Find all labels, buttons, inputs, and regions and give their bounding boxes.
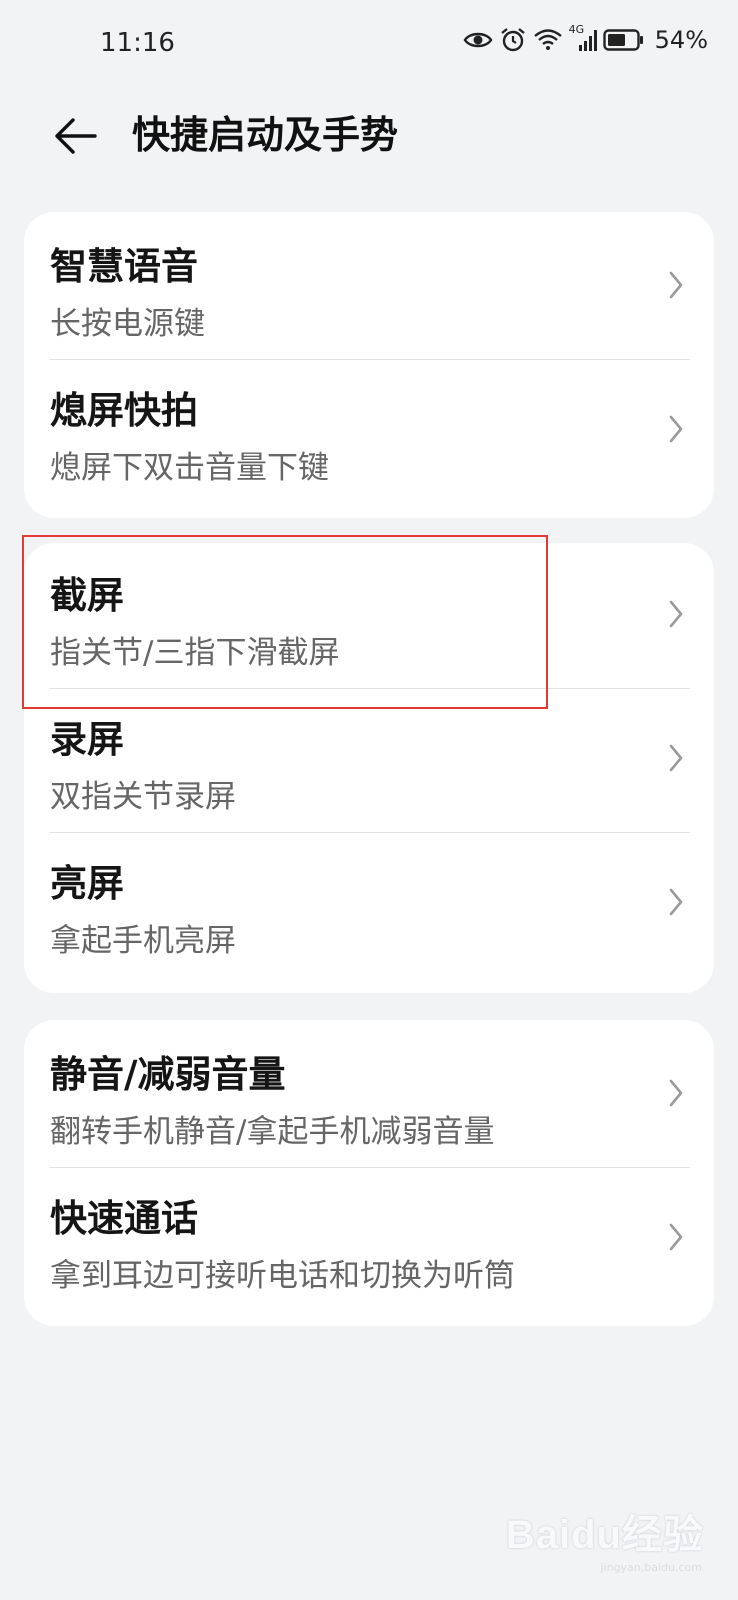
setting-item-label: 录屏 (50, 718, 124, 761)
chevron-right-icon (669, 600, 683, 628)
setting-item-label: 熄屏快拍 (50, 389, 198, 432)
setting-item-description: 拿起手机亮屏 (50, 923, 236, 959)
setting-item-wake-screen[interactable]: 亮屏 拿起手机亮屏 (24, 833, 714, 977)
chevron-right-icon (669, 888, 683, 916)
chevron-right-icon (669, 415, 683, 443)
setting-item-mute[interactable]: 静音/减弱音量 翻转手机静音/拿起手机减弱音量 (24, 1024, 714, 1168)
setting-item-description: 长按电源键 (50, 306, 205, 342)
setting-item-screen-off-snapshot[interactable]: 熄屏快拍 熄屏下双击音量下键 (24, 360, 714, 504)
battery-percent: 54% (654, 26, 708, 54)
setting-item-description: 指关节/三指下滑截屏 (50, 635, 340, 671)
setting-item-quick-call[interactable]: 快速通话 拿到耳边可接听电话和切换为听筒 (24, 1168, 714, 1312)
page-header: 快捷启动及手势 (0, 95, 738, 175)
chevron-right-icon (669, 1079, 683, 1107)
status-time: 11:16 (100, 28, 175, 58)
settings-group-3: 静音/减弱音量 翻转手机静音/拿起手机减弱音量 快速通话 拿到耳边可接听电话和切… (24, 1020, 714, 1326)
setting-item-label: 静音/减弱音量 (50, 1053, 286, 1096)
eye-icon (463, 32, 493, 48)
back-button[interactable] (48, 109, 102, 163)
setting-item-description: 双指关节录屏 (50, 779, 236, 815)
wifi-icon (533, 29, 562, 50)
setting-item-screenshot[interactable]: 截屏 指关节/三指下滑截屏 (24, 545, 714, 689)
watermark-url: jingyan.baidu.com (600, 1561, 702, 1574)
setting-item-description: 翻转手机静音/拿起手机减弱音量 (50, 1114, 495, 1150)
setting-item-label: 截屏 (50, 574, 124, 617)
settings-group-1: 智慧语音 长按电源键 熄屏快拍 熄屏下双击音量下键 (24, 212, 714, 518)
watermark: Baidu经验 jingyan.baidu.com (505, 1502, 704, 1574)
setting-item-label: 快速通话 (50, 1197, 198, 1240)
setting-item-screen-record[interactable]: 录屏 双指关节录屏 (24, 689, 714, 833)
alarm-icon (500, 28, 525, 52)
setting-item-label: 智慧语音 (50, 245, 198, 288)
setting-item-description: 拿到耳边可接听电话和切换为听筒 (50, 1258, 515, 1294)
page-title: 快捷启动及手势 (132, 113, 399, 157)
chevron-right-icon (669, 1223, 683, 1251)
settings-group-2: 截屏 指关节/三指下滑截屏 录屏 双指关节录屏 亮屏 拿起手机亮屏 (24, 543, 714, 993)
watermark-logo: Baidu经验 (505, 1513, 704, 1557)
setting-item-label: 亮屏 (50, 862, 124, 905)
status-bar: 11:16 4G 54% (0, 0, 738, 90)
setting-item-description: 熄屏下双击音量下键 (50, 450, 329, 486)
status-icons: 4G 54% (463, 23, 708, 54)
setting-item-smart-voice[interactable]: 智慧语音 长按电源键 (24, 216, 714, 360)
battery-icon (602, 29, 643, 51)
chevron-right-icon (669, 271, 683, 299)
signal-icon: 4G (569, 23, 597, 53)
back-arrow-icon (55, 118, 97, 154)
chevron-right-icon (669, 744, 683, 772)
